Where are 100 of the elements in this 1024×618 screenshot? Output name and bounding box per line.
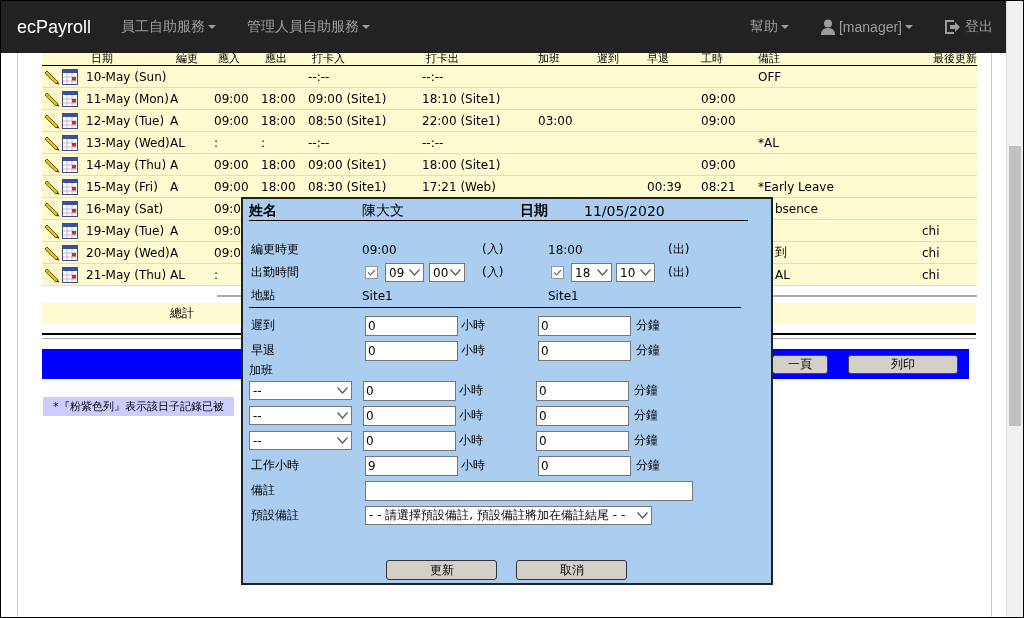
field-label: 姓名	[249, 202, 278, 220]
calendar-icon[interactable]	[62, 112, 78, 129]
preset-remark-dropdown[interactable]: - - 請選擇預設備註, 預設備註將加在備註結尾 - -	[365, 506, 652, 525]
nav-menu-item[interactable]: 員工自助服務	[121, 18, 216, 36]
column-header[interactable]: 應出	[265, 53, 287, 65]
column-header[interactable]: 最後更新	[933, 53, 977, 65]
brand-logo[interactable]: ecPayroll	[1, 16, 121, 38]
table-cell: A	[170, 91, 179, 106]
pencil-icon[interactable]	[44, 112, 60, 129]
nav-menu-item[interactable]: 管理人員自助服務	[247, 18, 370, 36]
minutes-field[interactable]: 0	[536, 430, 629, 451]
hour-dropdown[interactable]: 09	[385, 263, 424, 282]
location-value: Site1	[548, 288, 579, 303]
calendar-icon[interactable]	[62, 222, 78, 239]
hours-field[interactable]: 0	[363, 380, 456, 401]
unit-label: 小時	[460, 457, 486, 474]
table-cell: A	[170, 245, 179, 260]
hours-field[interactable]: 0	[363, 430, 456, 451]
table-cell: 09:00	[214, 179, 249, 194]
table-cell: 09:00	[214, 113, 249, 128]
calendar-icon[interactable]	[62, 156, 78, 173]
remark-field[interactable]	[365, 480, 693, 501]
unit-label: 分鐘	[633, 382, 658, 399]
calendar-icon[interactable]	[62, 90, 78, 107]
hours-field[interactable]: 0	[365, 340, 458, 361]
table-cell: 22:00 (Site1)	[422, 113, 501, 128]
calendar-icon[interactable]	[62, 244, 78, 261]
minute-dropdown[interactable]: 00	[429, 263, 465, 282]
hours-field[interactable]: 0	[365, 315, 458, 336]
table-cell: 18:10 (Site1)	[422, 91, 501, 106]
calendar-icon[interactable]	[62, 178, 78, 195]
minutes-field[interactable]: 0	[538, 340, 631, 361]
pencil-icon[interactable]	[44, 134, 60, 151]
overtime-type-dropdown[interactable]: --	[249, 406, 352, 425]
print-button[interactable]: 列印	[848, 354, 958, 374]
checkbox[interactable]	[365, 266, 378, 279]
nav-menu-item[interactable]: 幫助	[749, 18, 789, 36]
field-label: 備註	[250, 482, 276, 499]
column-header[interactable]: 遲到	[597, 53, 619, 65]
field-label: 編更時更	[250, 241, 300, 258]
pencil-icon[interactable]	[44, 156, 60, 173]
column-header[interactable]: 早退	[647, 53, 669, 65]
user-icon	[820, 19, 835, 35]
chevron-icon	[597, 269, 608, 276]
column-header[interactable]: 備註	[758, 53, 780, 65]
unit-label: 分鐘	[635, 457, 660, 474]
table-cell: --:--	[308, 135, 330, 150]
table-cell: A	[170, 179, 179, 194]
unit-label: 分鐘	[633, 432, 658, 449]
table-cell: chi	[922, 223, 940, 238]
minutes-field[interactable]: 0	[538, 455, 631, 476]
overtime-type-dropdown[interactable]: --	[249, 431, 352, 450]
unit-label: 分鐘	[635, 342, 660, 359]
table-cell: 18:00	[261, 179, 296, 194]
unit-label: 小時	[460, 342, 486, 359]
pencil-icon[interactable]	[44, 90, 60, 107]
nav-menu-item[interactable]: 登出	[945, 18, 993, 36]
table-cell: --:--	[308, 69, 330, 84]
hour-dropdown[interactable]: 18	[571, 263, 612, 282]
unit-label: 分鐘	[635, 317, 660, 334]
checkbox[interactable]	[551, 266, 564, 279]
minutes-field[interactable]: 0	[538, 315, 631, 336]
field-label: 預設備註	[250, 507, 300, 524]
cancel-button[interactable]: 取消	[516, 560, 627, 580]
next-page-button[interactable]: 一頁	[772, 354, 828, 374]
hours-field[interactable]: 0	[363, 405, 456, 426]
pencil-icon[interactable]	[44, 200, 60, 217]
nav-menu-item[interactable]: [manager]	[820, 19, 913, 35]
minutes-field[interactable]: 0	[536, 380, 629, 401]
column-header[interactable]: 打卡出	[426, 53, 459, 65]
overtime-type-dropdown[interactable]: --	[249, 381, 352, 400]
calendar-icon[interactable]	[62, 134, 78, 151]
table-cell: --:--	[422, 135, 444, 150]
unit-label: 小時	[458, 407, 484, 424]
pencil-icon[interactable]	[44, 222, 60, 239]
caret-icon	[905, 25, 913, 29]
minute-dropdown[interactable]: 10	[616, 263, 655, 282]
pencil-icon[interactable]	[44, 244, 60, 261]
column-header[interactable]: 工時	[701, 53, 723, 65]
column-header[interactable]: 加班	[538, 53, 560, 65]
table-cell: 19-May (Tue)	[86, 223, 165, 238]
calendar-icon[interactable]	[62, 68, 78, 85]
table-cell: 09:00	[214, 91, 249, 106]
column-header[interactable]: 應入	[218, 53, 240, 65]
table-cell: 09:0	[214, 223, 241, 238]
pencil-icon[interactable]	[44, 178, 60, 195]
minutes-field[interactable]: 0	[536, 405, 629, 426]
unit-label: 分鐘	[633, 407, 658, 424]
scrollbar-thumb[interactable]	[1009, 146, 1021, 426]
table-cell: 09:0	[214, 245, 241, 260]
pencil-icon[interactable]	[44, 68, 60, 85]
column-header[interactable]: 日期	[91, 53, 113, 65]
pencil-icon[interactable]	[44, 266, 60, 283]
hours-field[interactable]: 9	[365, 455, 458, 476]
calendar-icon[interactable]	[62, 266, 78, 283]
update-button[interactable]: 更新	[386, 560, 497, 580]
table-cell: 21-May (Thu)	[86, 267, 167, 282]
column-header[interactable]: 編更	[176, 53, 198, 65]
calendar-icon[interactable]	[62, 200, 78, 217]
column-header[interactable]: 打卡入	[312, 53, 345, 65]
